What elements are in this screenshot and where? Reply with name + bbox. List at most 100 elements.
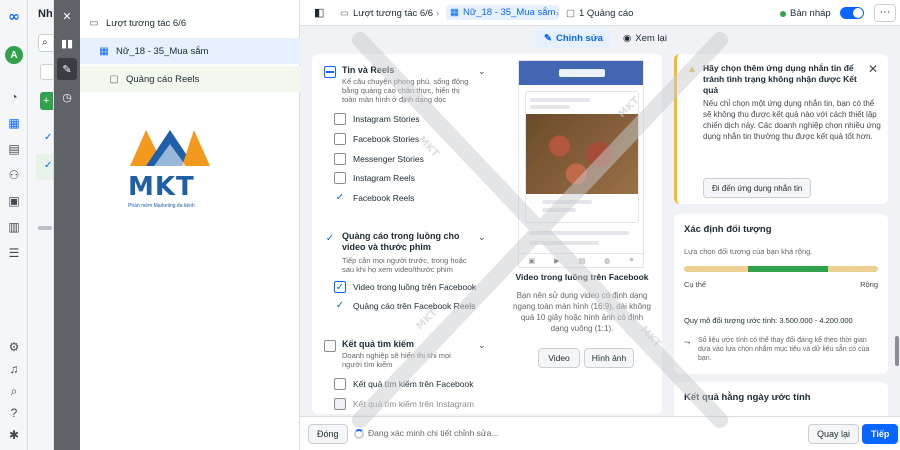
gauge-label-broad: Rộng xyxy=(860,280,878,289)
audience-subtitle: Lựa chọn đối tượng của bạn khá rộng. xyxy=(684,247,813,256)
chevron-down-icon[interactable]: ⌄ xyxy=(478,340,486,351)
search-section-checkbox[interactable] xyxy=(324,340,336,352)
mkt-logo-mark xyxy=(130,130,210,166)
back-button[interactable]: Quay lại xyxy=(808,424,860,444)
pages-icon[interactable]: ▤ xyxy=(5,140,23,158)
create-button[interactable]: + xyxy=(40,92,53,110)
placement-instagram-search[interactable]: Kết quả tìm kiếm trên Instagram xyxy=(334,397,474,411)
checkbox[interactable] xyxy=(334,113,346,125)
check-icon[interactable]: ✓ xyxy=(334,300,346,312)
more-options-button[interactable]: ··· xyxy=(874,4,896,22)
bottom-bar: Đóng Đang xác minh chi tiết chỉnh sửa...… xyxy=(300,416,900,450)
table-icon[interactable]: ▦ xyxy=(5,114,23,132)
placement-messenger-stories[interactable]: Messenger Stories xyxy=(334,152,424,166)
pencil-icon[interactable]: ✎ xyxy=(57,58,77,80)
row-checkbox[interactable]: ✓ xyxy=(44,132,52,143)
next-button[interactable]: Tiếp xyxy=(862,424,899,444)
instream-section-desc: Tiếp cận mọi người trước, trong hoặc sau… xyxy=(342,256,467,274)
save-status: Đang xác minh chi tiết chỉnh sửa... xyxy=(368,428,499,438)
dashboard-icon[interactable]: ◔ xyxy=(5,88,23,106)
folder-icon: ▭ xyxy=(89,17,99,29)
gauge-segment-specific xyxy=(684,266,749,272)
clock-icon[interactable]: ◷ xyxy=(57,86,77,108)
view-toggle[interactable] xyxy=(40,64,53,80)
audience-definition-card: Xác định đối tượng Lựa chọn đối tượng củ… xyxy=(674,214,888,374)
gauge-segment-defined xyxy=(748,266,828,272)
placement-instagram-stories[interactable]: Instagram Stories xyxy=(334,112,420,126)
chevron-down-icon[interactable]: ⌄ xyxy=(478,66,486,77)
placement-facebook-stories[interactable]: Facebook Stories xyxy=(334,132,419,146)
help-icon[interactable]: ? xyxy=(5,404,23,422)
placement-facebook-search[interactable]: Kết quả tìm kiếm trên Facebook xyxy=(334,377,473,391)
eye-icon: ◉ xyxy=(622,32,632,44)
go-to-messaging-apps-button[interactable]: Đi đến ứng dụng nhắn tin xyxy=(703,178,812,198)
publish-toggle[interactable] xyxy=(840,7,864,19)
breadcrumb-campaign[interactable]: ▭ Lượt tương tác 6/6 xyxy=(340,8,433,19)
checkbox[interactable] xyxy=(334,398,346,410)
placement-facebook-instream-video[interactable]: ✓ Video trong luồng trên Facebook xyxy=(334,280,476,294)
grid-icon: ▦ xyxy=(450,7,459,18)
tab-review[interactable]: ◉ Xem lại xyxy=(615,28,675,48)
row-checkbox[interactable]: ✓ xyxy=(44,160,52,171)
placements-card: Tin và Reels ⌄ Kể câu chuyện phong phú, … xyxy=(312,54,662,414)
search-icon[interactable]: ⌕ xyxy=(38,34,53,52)
tree-item-campaign[interactable]: ▭ Lượt tương tác 6/6 xyxy=(80,10,300,36)
placement-facebook-reels[interactable]: ✓ Facebook Reels xyxy=(334,191,415,205)
sidebar-toggle-icon[interactable]: ◧ xyxy=(314,6,324,19)
alert-body: Nếu chỉ chọn một ứng dụng nhắn tin, bạn … xyxy=(703,99,881,141)
format-image-button[interactable]: Hình ảnh xyxy=(584,348,634,368)
vertical-scrollbar[interactable] xyxy=(895,336,899,366)
close-button[interactable]: Đóng xyxy=(308,424,348,444)
meta-icon[interactable]: ∞ xyxy=(5,8,23,26)
grid-icon: ▦ xyxy=(99,45,109,57)
format-video-button[interactable]: Video xyxy=(538,348,580,368)
tab-edit[interactable]: ✎ Chỉnh sửa xyxy=(536,28,611,48)
placement-facebook-reels-ads[interactable]: ✓ Quảng cáo trên Facebook Reels xyxy=(334,299,476,313)
checkbox[interactable] xyxy=(334,153,346,165)
checkbox[interactable] xyxy=(334,378,346,390)
gauge-label-specific: Cụ thể xyxy=(684,280,707,289)
breadcrumb-adset[interactable]: ▦ Nữ_18 - 35_Mua sắm xyxy=(446,5,560,20)
menu-icon[interactable]: ☰ xyxy=(5,244,23,262)
status-dot xyxy=(780,10,786,17)
check-icon[interactable]: ✓ xyxy=(334,192,346,204)
audience-breadth-gauge xyxy=(684,266,878,272)
global-nav-rail: ∞ A ◔ ▦ ▤ ⚇ ▣ ▥ ☰ ⚙ ♫ ⌕ ? ✱ xyxy=(0,0,28,450)
settings-icon[interactable]: ⚙ xyxy=(5,338,23,356)
draft-status: Bản nháp xyxy=(780,8,831,19)
billing-icon[interactable]: ▥ xyxy=(5,218,23,236)
editor-main: Tin và Reels ⌄ Kể câu chuyện phong phú, … xyxy=(300,50,900,422)
placement-instagram-reels[interactable]: Instagram Reels xyxy=(334,171,415,185)
close-icon[interactable]: ✕ xyxy=(868,62,878,76)
preview-note: Bạn nên sử dụng video có định dạng ngang… xyxy=(513,291,651,333)
audience-title: Xác định đối tượng xyxy=(684,224,772,235)
layers-icon[interactable]: ▣ xyxy=(5,192,23,210)
chevron-down-icon[interactable]: ⌄ xyxy=(478,232,486,243)
breadcrumb-ad[interactable]: ▢ 1 Quảng cáo xyxy=(566,8,633,19)
tree-item-ad[interactable]: ▢ Quảng cáo Reels xyxy=(80,66,300,92)
results-title: Kết quả hằng ngày ước tính xyxy=(684,392,811,403)
checkbox[interactable] xyxy=(334,133,346,145)
bug-icon[interactable]: ✱ xyxy=(5,426,23,444)
tree-item-adset[interactable]: ▦ Nữ_18 - 35_Mua sắm xyxy=(80,38,300,64)
preview-nav: ▣ ▶ ▤ ◍ ≡ xyxy=(519,253,643,267)
facebook-header xyxy=(519,61,643,85)
logo-text: MKT xyxy=(128,172,195,202)
check-icon[interactable]: ✓ xyxy=(334,281,346,293)
avatar[interactable]: A xyxy=(5,46,23,64)
top-bar: ◧ ▭ Lượt tương tác 6/6 › ▦ Nữ_18 - 35_Mu… xyxy=(300,0,900,26)
ad-icon: ▢ xyxy=(109,73,119,85)
horizontal-scrollbar[interactable] xyxy=(38,226,52,230)
campaign-list-title: Nhó xyxy=(38,8,53,20)
close-icon[interactable]: ✕ xyxy=(57,5,77,27)
checkbox[interactable] xyxy=(334,172,346,184)
chart-icon[interactable]: ▮▮ xyxy=(57,32,77,54)
search-icon[interactable]: ⌕ xyxy=(5,382,23,400)
notifications-icon[interactable]: ♫ xyxy=(5,360,23,378)
audience-icon[interactable]: ⚇ xyxy=(5,166,23,184)
stories-section-checkbox[interactable] xyxy=(324,66,336,78)
audience-note: Số liệu ước tính có thể thay đổi đáng kể… xyxy=(698,337,870,362)
instream-section-checkbox[interactable]: ✓ xyxy=(324,232,336,244)
instream-section-title: Quảng cáo trong luồng cho video và thước… xyxy=(342,231,460,252)
edit-review-tabs: ✎ Chỉnh sửa ◉ Xem lại xyxy=(536,28,679,48)
